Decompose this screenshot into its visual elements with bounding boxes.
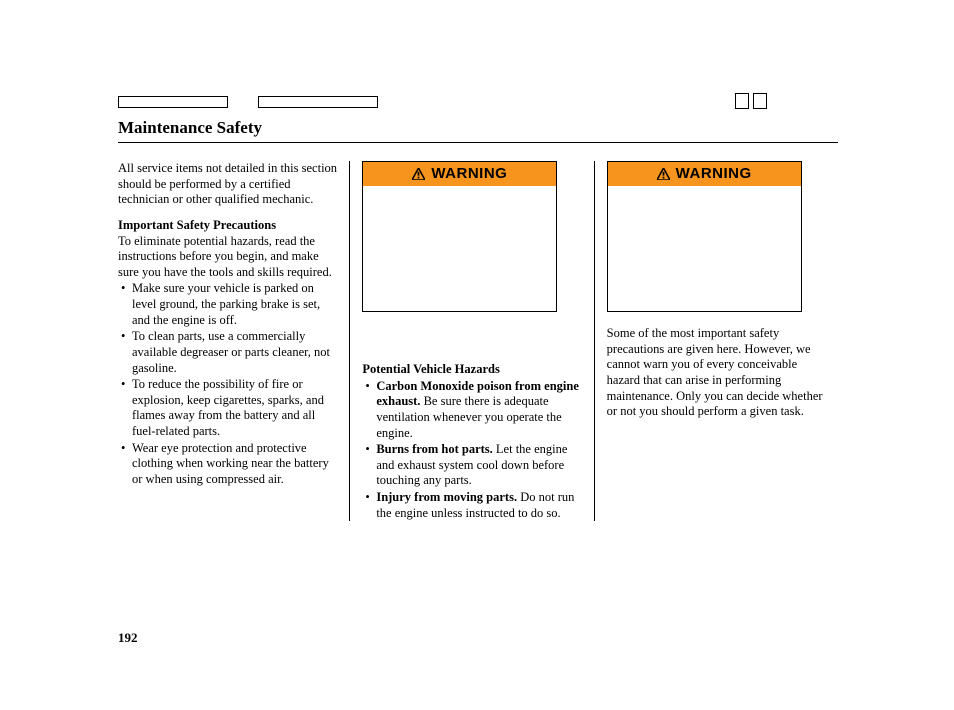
column-3: WARNING Some of the most important safet… [594, 161, 838, 521]
list-item: To clean parts, use a commercially avail… [118, 329, 339, 376]
page-title: Maintenance Safety [118, 118, 838, 138]
hazards-heading: Potential Vehicle Hazards [362, 362, 583, 378]
precautions-list: Make sure your vehicle is parked on leve… [118, 281, 339, 487]
col3-text: Some of the most important safety precau… [607, 326, 828, 420]
list-item: Injury from moving parts. Do not run the… [362, 490, 583, 521]
column-1: All service items not detailed in this s… [118, 161, 349, 521]
warning-triangle-icon [412, 168, 425, 180]
column-2: WARNING Potential Vehicle Hazards Carbon… [349, 161, 593, 521]
warning-label: WARNING [676, 165, 752, 184]
list-item: Wear eye protection and protective cloth… [118, 441, 339, 488]
warning-triangle-icon [657, 168, 670, 180]
list-item: To reduce the possibility of fire or exp… [118, 377, 339, 440]
warning-label: WARNING [431, 165, 507, 184]
warning-header: WARNING [363, 162, 556, 186]
precautions-intro: To eliminate potential hazards, read the… [118, 234, 339, 281]
precautions-heading: Important Safety Precautions [118, 218, 339, 234]
intro-text: All service items not detailed in this s… [118, 161, 339, 208]
list-item: Make sure your vehicle is parked on leve… [118, 281, 339, 328]
warning-box: WARNING [362, 161, 557, 312]
list-item: Carbon Monoxide poison from engine exhau… [362, 379, 583, 442]
list-item: Burns from hot parts. Let the engine and… [362, 442, 583, 489]
warning-header: WARNING [608, 162, 801, 186]
page-number: 192 [118, 630, 138, 646]
warning-box: WARNING [607, 161, 802, 312]
hazards-list: Carbon Monoxide poison from engine exhau… [362, 379, 583, 522]
